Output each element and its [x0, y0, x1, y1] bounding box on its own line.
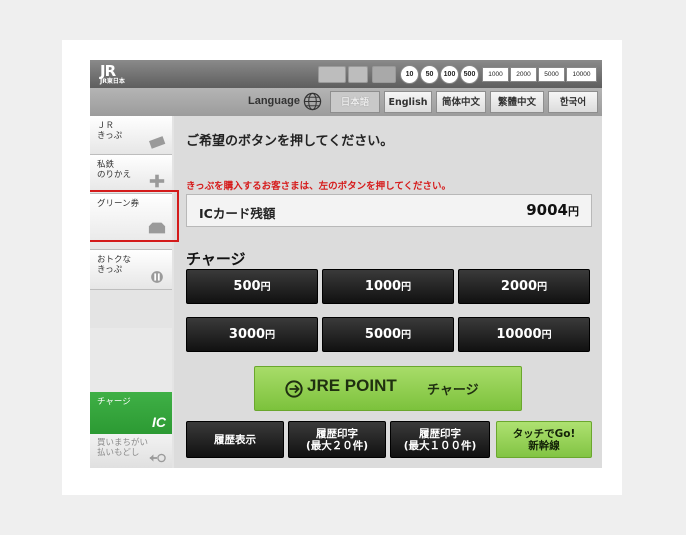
sidebar-item-refund[interactable]: 買いまちがい 払いもどし	[90, 434, 172, 468]
sidebar-spacer	[90, 328, 172, 392]
ticket-notice: きっぷを購入するお客さまは、左のボタンを押してください。	[186, 181, 452, 192]
transfer-icon	[149, 174, 165, 188]
touch-de-go-shinkansen-button[interactable]: タッチでGo! 新幹線	[496, 421, 592, 458]
ticket-machine-screen: JR JR東日本 10 50 100 500 1000 2000 5000 10…	[90, 60, 602, 468]
sidebar-item-label: 私鉄 のりかえ	[97, 160, 132, 180]
coin-10: 10	[400, 65, 419, 84]
jr-logo: JR JR東日本	[100, 63, 130, 85]
globe-icon	[303, 92, 322, 111]
sidebar-item-label: ＪＲ きっぷ	[97, 121, 123, 141]
lang-english[interactable]: English	[384, 91, 432, 113]
charge-3000-button[interactable]: 3000円	[186, 317, 318, 352]
charge-500-button[interactable]: 500円	[186, 269, 318, 304]
bill-5000: 5000	[538, 67, 565, 82]
language-label: Language	[248, 95, 300, 107]
charge-1000-button[interactable]: 1000円	[322, 269, 454, 304]
sidebar-item-label: おトクな きっぷ	[97, 255, 132, 275]
charge-2000-button[interactable]: 2000円	[458, 269, 590, 304]
jre-point-brand: JRE POINT	[307, 376, 397, 395]
sidebar-item-charge[interactable]: チャージ IC	[90, 392, 172, 434]
bill-2000: 2000	[510, 67, 537, 82]
charge-5000-button[interactable]: 5000円	[322, 317, 454, 352]
instruction-text: ご希望のボタンを押してください。	[186, 134, 394, 149]
bill-1000: 1000	[482, 67, 509, 82]
language-bar: Language 日本語 English 简体中文 繁體中文 한국어	[90, 88, 602, 116]
balance-value: 9004円	[526, 201, 579, 219]
logo-sub: JR東日本	[100, 78, 125, 85]
history-display-button[interactable]: 履歴表示	[186, 421, 284, 458]
ticket-slot-icon	[348, 66, 368, 83]
lang-traditional-chinese[interactable]: 繁體中文	[490, 91, 544, 113]
bill-10000: 10000	[566, 67, 597, 82]
charge-10000-button[interactable]: 10000円	[458, 317, 590, 352]
sidebar-item-label: チャージ	[97, 397, 131, 407]
sidebar-item-jr-ticket[interactable]: ＪＲ きっぷ	[90, 116, 172, 155]
discount-icon	[151, 271, 163, 283]
sidebar-item-label: 買いまちがい 払いもどし	[97, 438, 149, 458]
ic-card-icon: IC	[152, 414, 166, 430]
lang-korean[interactable]: 한국어	[548, 91, 598, 113]
ic-reader-icon	[372, 66, 396, 83]
jre-point-action: チャージ	[427, 383, 479, 398]
history-print-100-button[interactable]: 履歴印字 (最大１００件)	[390, 421, 490, 458]
sidebar: ＪＲ きっぷ 私鉄 のりかえ グリーン券 おトクな きっぷ チャージ IC 買い…	[90, 116, 174, 468]
coin-100: 100	[440, 65, 459, 84]
refund-icon	[149, 453, 166, 463]
lang-simplified-chinese[interactable]: 简体中文	[436, 91, 486, 113]
coin-50: 50	[420, 65, 439, 84]
ticket-icon	[149, 136, 166, 149]
balance-label: ICカード残額	[199, 206, 276, 221]
jre-point-charge-button[interactable]: JRE POINT チャージ	[254, 366, 522, 411]
sidebar-item-discount-ticket[interactable]: おトクな きっぷ	[90, 250, 172, 290]
green-ticket-highlight	[90, 190, 179, 242]
ic-balance-panel: ICカード残額 9004円	[186, 194, 592, 227]
jre-point-logo-icon	[285, 380, 303, 398]
top-bar: JR JR東日本 10 50 100 500 1000 2000 5000 10…	[90, 60, 602, 88]
sidebar-item-private-railway[interactable]: 私鉄 のりかえ	[90, 155, 172, 194]
main-panel: ご希望のボタンを押してください。 きっぷを購入するお客さまは、左のボタンを押して…	[174, 116, 602, 468]
card-slot-icon	[318, 66, 346, 83]
lang-japanese[interactable]: 日本語	[330, 91, 380, 113]
history-print-20-button[interactable]: 履歴印字 (最大２０件)	[288, 421, 386, 458]
charge-section-title: チャージ	[186, 250, 246, 268]
coin-500: 500	[460, 65, 479, 84]
